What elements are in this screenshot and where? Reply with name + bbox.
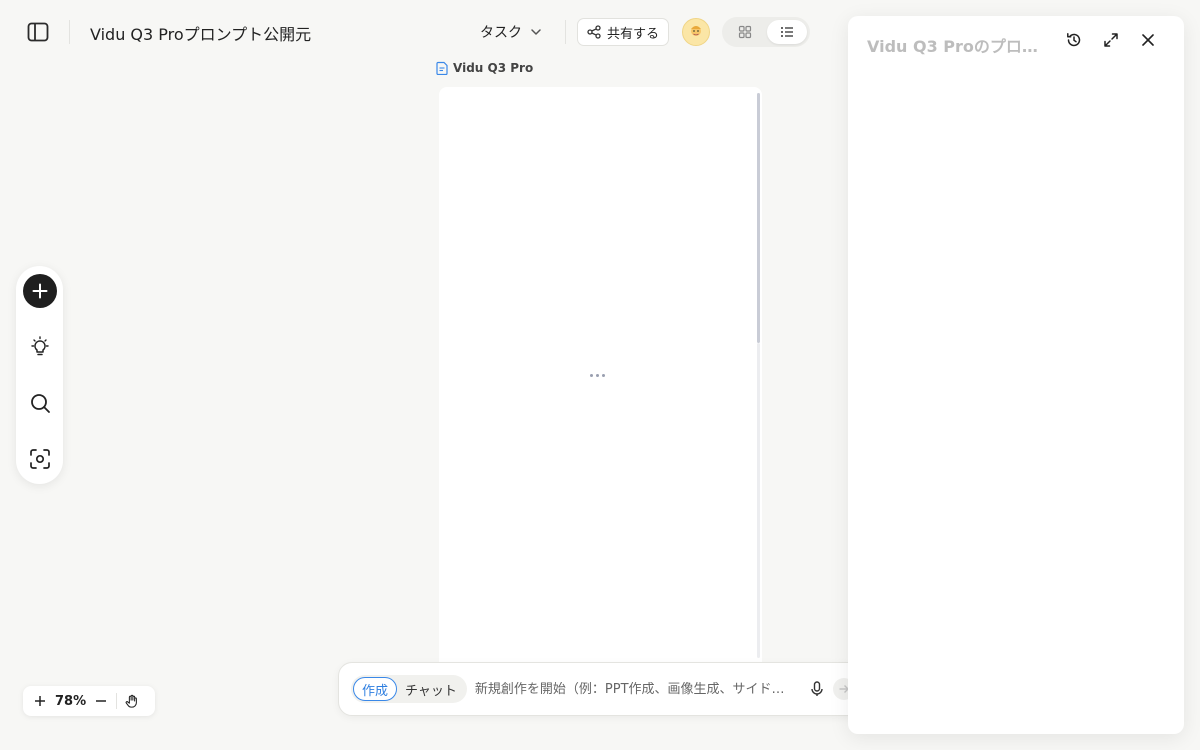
divider: [116, 693, 118, 709]
plus-icon: [31, 282, 49, 300]
zoom-control: 78%: [23, 686, 155, 716]
divider: [565, 20, 566, 44]
list-view-button[interactable]: [767, 20, 807, 44]
share-button[interactable]: 共有する: [577, 18, 670, 46]
mic-icon[interactable]: [809, 680, 825, 698]
mode-toggle: 作成 チャット: [351, 675, 467, 703]
panel-title: Vidu Q3 Proのプロンプト公開元: [867, 37, 1053, 56]
top-bar: Vidu Q3 Proプロンプト公開元 タスク 共有する: [0, 0, 840, 64]
document-icon: [436, 61, 449, 75]
loading-indicator: [590, 374, 605, 377]
mode-create[interactable]: 作成: [353, 677, 398, 701]
left-toolbar: [16, 266, 63, 484]
close-icon[interactable]: [1138, 30, 1158, 50]
expand-icon[interactable]: [1101, 30, 1121, 50]
sidebar-icon[interactable]: [24, 20, 52, 44]
focus-icon: [29, 448, 51, 470]
task-label: タスク: [480, 25, 522, 41]
chevron-down-icon: [528, 24, 544, 40]
zoom-in-button[interactable]: [33, 694, 47, 708]
scrollbar-track[interactable]: [757, 343, 760, 658]
side-panel: Vidu Q3 Proのプロンプト公開元: [848, 16, 1184, 734]
history-icon[interactable]: [1064, 30, 1084, 50]
focus-button[interactable]: [23, 442, 57, 476]
zoom-level: 78%: [55, 693, 87, 709]
share-label: 共有する: [607, 26, 660, 42]
search-button[interactable]: [23, 386, 57, 420]
zoom-out-button[interactable]: [94, 694, 108, 708]
task-dropdown[interactable]: タスク: [480, 20, 544, 44]
canvas-card[interactable]: [439, 87, 762, 662]
page-title: Vidu Q3 Proプロンプト公開元: [90, 25, 312, 44]
grid-view-button[interactable]: [725, 20, 765, 44]
hand-icon[interactable]: [125, 694, 139, 708]
add-button[interactable]: [22, 274, 57, 308]
lightbulb-icon: [29, 336, 51, 358]
share-icon: [587, 25, 601, 39]
card-label[interactable]: Vidu Q3 Pro: [436, 60, 533, 76]
divider: [69, 20, 70, 44]
prompt-input[interactable]: [474, 681, 791, 697]
search-icon: [29, 392, 51, 414]
card-label-text: Vidu Q3 Pro: [453, 61, 534, 75]
panel-actions: [1064, 30, 1158, 50]
grid-icon: [738, 25, 752, 39]
scrollbar-thumb[interactable]: [757, 93, 760, 343]
mode-chat[interactable]: チャット: [397, 677, 465, 701]
idea-button[interactable]: [23, 330, 57, 364]
list-icon: [780, 25, 794, 39]
view-toggle: [722, 17, 810, 47]
avatar[interactable]: [682, 18, 710, 46]
prompt-bar: 作成 チャット: [338, 662, 868, 716]
